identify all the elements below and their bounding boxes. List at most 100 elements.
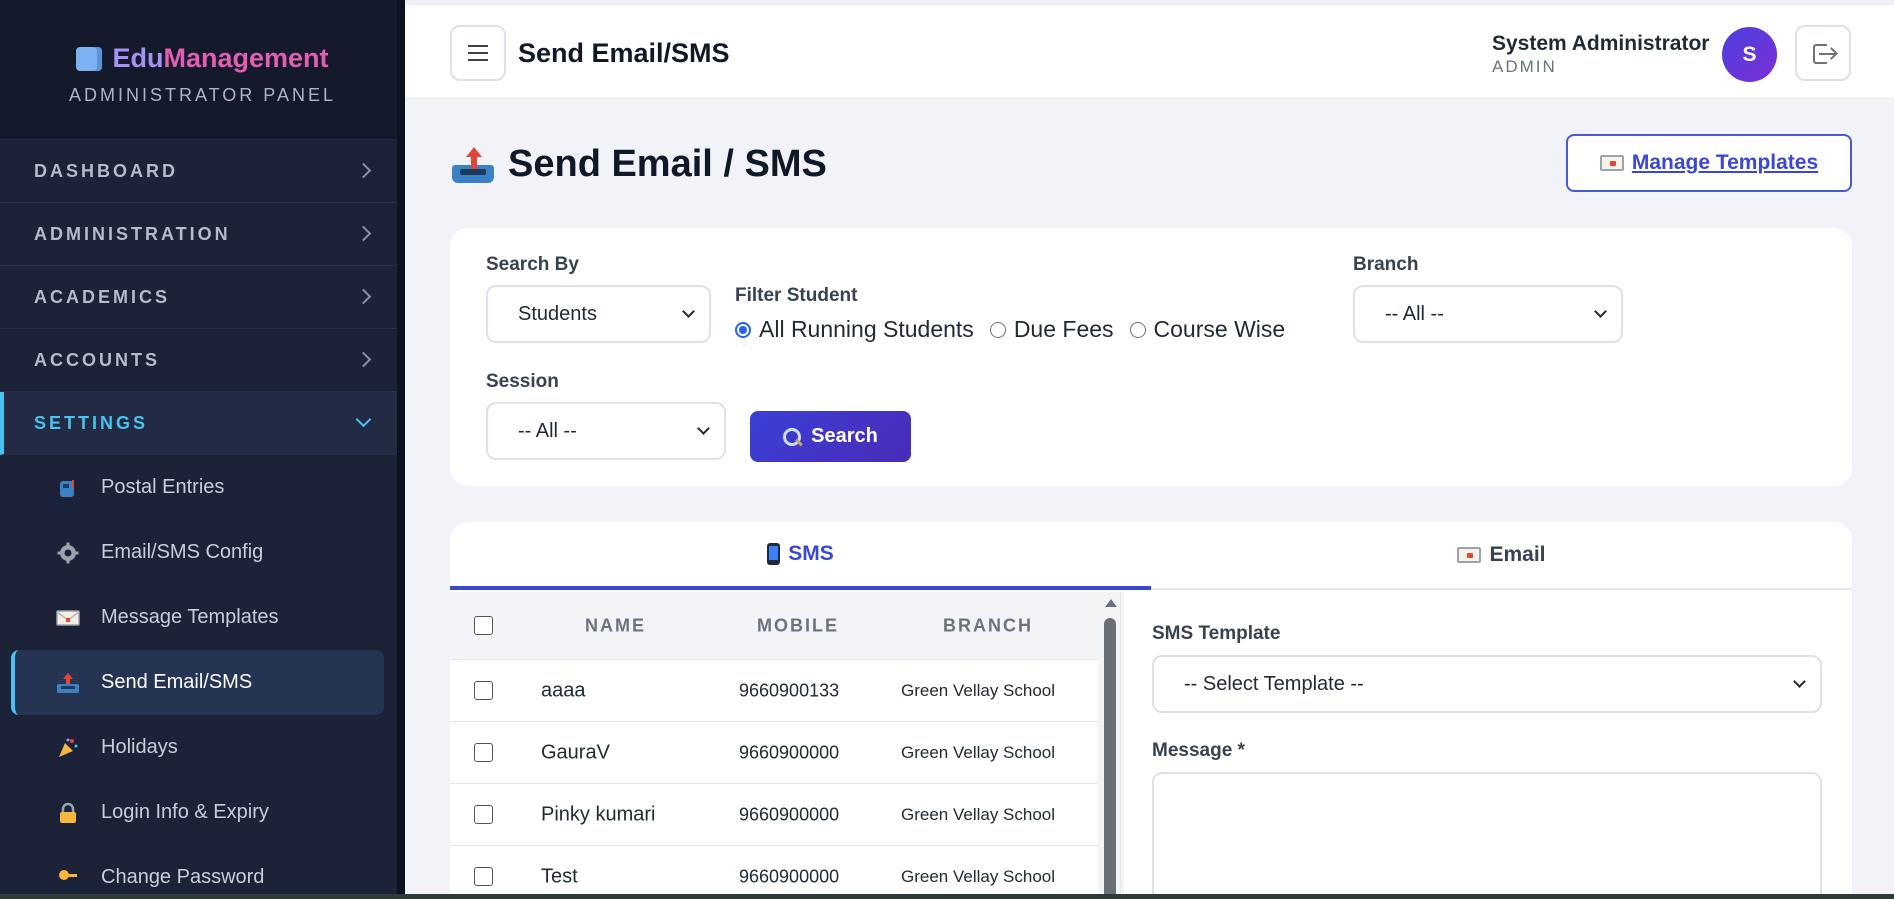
search-by-label: Search By [486, 254, 579, 275]
panel-divider [1120, 592, 1121, 899]
branch-select[interactable]: -- All -- [1353, 285, 1623, 343]
logout-arrow-icon [1819, 53, 1835, 55]
column-header-name[interactable]: NAME [585, 615, 646, 636]
avatar[interactable]: S [1722, 27, 1777, 82]
outbox-tray-icon [452, 146, 494, 183]
radio-due-fees[interactable] [989, 321, 1006, 338]
column-header-branch[interactable]: BRANCH [943, 615, 1033, 636]
scroll-up-arrow-icon[interactable] [1105, 599, 1117, 607]
cell-name: Pinky kumari [541, 803, 656, 825]
cell-mobile: 9660900000 [739, 866, 840, 886]
table-row[interactable]: GauraV 9660900000 Green Vellay School [450, 722, 1098, 784]
cell-branch: Green Vellay School [901, 804, 1056, 824]
book-icon [76, 46, 103, 71]
nav-section-accounts[interactable]: ACCOUNTS [0, 329, 405, 392]
sidebar-item-label: Postal Entries [101, 476, 225, 498]
brand: EduManagement ADMINISTRATOR PANEL [0, 0, 405, 140]
search-icon [783, 427, 802, 446]
brand-name: EduManagement [112, 43, 329, 73]
hamburger-icon [468, 52, 488, 54]
page-title: Send Email / SMS [452, 143, 827, 186]
nav-section-label: ACCOUNTS [34, 349, 160, 370]
session-select[interactable]: -- All -- [486, 402, 726, 460]
filter-student-label: Filter Student [735, 285, 858, 306]
table-header: NAME MOBILE BRANCH [450, 592, 1098, 660]
sidebar-item-label: Email/SMS Config [101, 541, 264, 563]
table-row[interactable]: Pinky kumari 9660900000 Green Vellay Sch… [450, 784, 1098, 846]
recipients-table: NAME MOBILE BRANCH aaaa 9660900133 Green… [450, 592, 1098, 899]
cell-name: GauraV [541, 741, 610, 763]
manage-templates-label: Manage Templates [1631, 151, 1819, 174]
cell-mobile: 9660900000 [739, 804, 840, 824]
manage-templates-button[interactable]: Manage Templates [1566, 134, 1852, 192]
select-value: -- All -- [518, 419, 577, 442]
sidebar-item-change-password[interactable]: Change Password [0, 845, 405, 899]
nav-section-dashboard[interactable]: DASHBOARD [0, 140, 405, 203]
search-button[interactable]: Search [750, 411, 911, 462]
lock-icon [56, 801, 80, 825]
nav-section-academics[interactable]: ACADEMICS [0, 266, 405, 329]
sidebar-item-message-templates[interactable]: Message Templates [0, 585, 405, 650]
nav-section-label: ADMINISTRATION [34, 223, 231, 244]
chevron-down-icon [697, 422, 710, 435]
chevron-right-icon [355, 162, 372, 179]
sidebar-item-label: Message Templates [101, 606, 279, 628]
table-row[interactable]: aaaa 9660900133 Green Vellay School [450, 660, 1098, 722]
cell-branch: Green Vellay School [901, 742, 1056, 762]
chevron-right-icon [355, 225, 372, 242]
nav-section-administration[interactable]: ADMINISTRATION [0, 203, 405, 266]
bottom-edge-bar [0, 894, 1894, 899]
cell-mobile: 9660900133 [739, 680, 840, 700]
gear-icon [56, 541, 80, 565]
sidebar-item-login-info-expiry[interactable]: Login Info & Expiry [0, 780, 405, 845]
chevron-down-icon [1793, 675, 1806, 688]
search-button-label: Search [811, 425, 878, 447]
row-checkbox[interactable] [474, 742, 493, 762]
sidebar-item-holidays[interactable]: Holidays [0, 715, 405, 780]
message-textarea[interactable] [1152, 772, 1822, 899]
tab-email[interactable]: Email [1151, 522, 1852, 590]
table-row[interactable]: Test 9660900000 Green Vellay School [450, 846, 1098, 899]
sms-template-select[interactable]: -- Select Template -- [1152, 655, 1822, 713]
logout-button[interactable] [1795, 25, 1851, 81]
sidebar-item-send-email-sms[interactable]: Send Email/SMS [11, 650, 384, 715]
user-name: System Administrator [1492, 32, 1710, 55]
mobile-phone-icon [767, 543, 781, 565]
menu-toggle-button[interactable] [450, 25, 506, 81]
header-title: Send Email/SMS [518, 38, 730, 68]
sms-template-label: SMS Template [1152, 623, 1281, 644]
tab-label: SMS [788, 542, 834, 565]
row-checkbox[interactable] [474, 804, 493, 824]
sidebar-item-label: Change Password [101, 866, 265, 888]
message-label: Message * [1152, 740, 1245, 761]
sidebar-item-label: Send Email/SMS [101, 671, 253, 693]
nav-section-label: SETTINGS [34, 412, 149, 433]
select-value: -- All -- [1385, 302, 1444, 325]
cell-mobile: 9660900000 [739, 742, 840, 762]
sidebar-item-postal-entries[interactable]: Postal Entries [0, 455, 405, 520]
session-label: Session [486, 371, 559, 392]
sidebar-item-email-sms-config[interactable]: Email/SMS Config [0, 520, 405, 585]
scrollbar-thumb[interactable] [1104, 618, 1116, 899]
column-header-mobile[interactable]: MOBILE [757, 615, 839, 636]
filter-card: Search By Students Filter Student All Ru… [450, 228, 1852, 486]
radio-label: Course Wise [1153, 316, 1286, 342]
user-role: ADMIN [1492, 57, 1557, 76]
chevron-right-icon [355, 351, 372, 368]
cell-branch: Green Vellay School [901, 866, 1056, 886]
cell-branch: Green Vellay School [901, 680, 1056, 700]
brand-subtitle: ADMINISTRATOR PANEL [68, 84, 337, 105]
nav-section-settings[interactable]: SETTINGS [0, 392, 405, 455]
sidebar: EduManagement ADMINISTRATOR PANEL DASHBO… [0, 0, 405, 899]
page-title-text: Send Email / SMS [508, 143, 827, 185]
branch-label: Branch [1353, 254, 1419, 275]
row-checkbox[interactable] [474, 680, 493, 700]
search-by-select[interactable]: Students [486, 285, 711, 343]
select-all-checkbox[interactable] [474, 615, 493, 635]
radio-all-running-students[interactable] [735, 321, 751, 338]
mailbox-icon [56, 476, 80, 500]
chevron-down-icon [1594, 305, 1607, 318]
radio-course-wise[interactable] [1129, 321, 1146, 338]
tab-sms[interactable]: SMS [450, 522, 1151, 590]
row-checkbox[interactable] [474, 866, 493, 886]
